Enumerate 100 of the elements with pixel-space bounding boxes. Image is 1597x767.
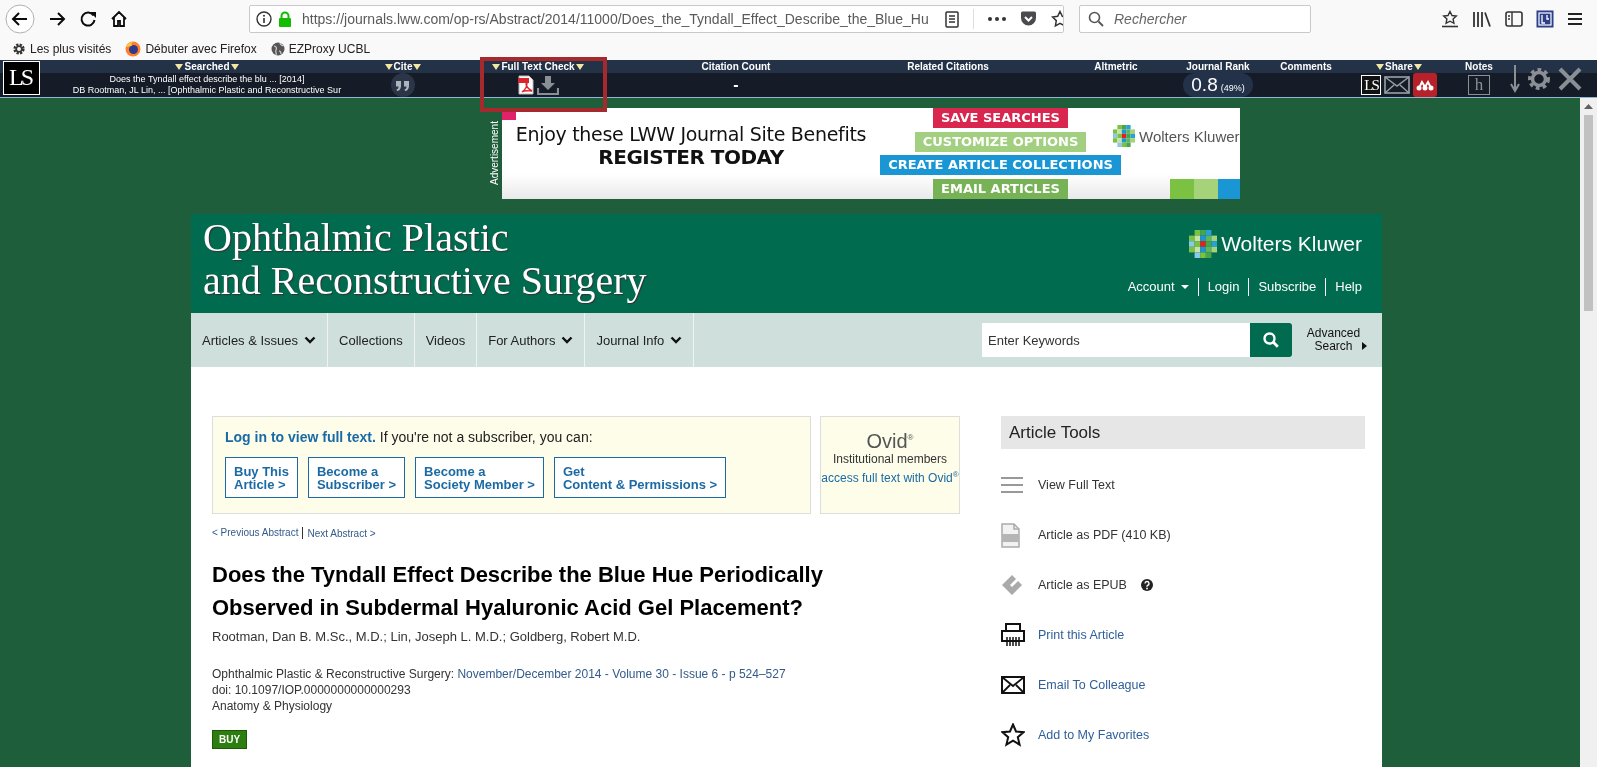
column-label: Citation Count bbox=[701, 61, 771, 72]
article-authors: Rootman, Dan B. M.Sc., M.D.; Lin, Joseph L. M.D.; Goldberg, Robert M.D. bbox=[212, 629, 642, 644]
column-label: Journal Rank bbox=[1186, 61, 1250, 72]
previous-abstract-link[interactable]: < Previous Abstract bbox=[212, 527, 304, 539]
printer-icon[interactable] bbox=[1001, 623, 1025, 647]
star-icon[interactable] bbox=[1001, 723, 1025, 747]
caret-icon[interactable] bbox=[230, 63, 239, 70]
more-icon[interactable] bbox=[987, 17, 1006, 21]
keyword-field[interactable]: Enter Keywords bbox=[982, 323, 1250, 357]
bookmark-item[interactable]: EZProxy UCBL bbox=[270, 42, 371, 56]
column-label: Searched bbox=[184, 61, 230, 72]
issue-link[interactable]: November/December 2014 - Volume 30 - Issue 6 - p 524–527 bbox=[457, 667, 786, 681]
extension-icon[interactable] bbox=[1536, 10, 1554, 28]
info-icon[interactable] bbox=[256, 11, 272, 27]
caret-icon[interactable] bbox=[175, 63, 184, 70]
reload-icon[interactable] bbox=[79, 10, 97, 28]
ad-label: Advertisement bbox=[488, 120, 501, 188]
nav-item[interactable]: Journal Info bbox=[585, 313, 695, 367]
caret-icon[interactable] bbox=[575, 63, 584, 70]
help-icon[interactable] bbox=[1140, 579, 1153, 591]
color-squares-drawing bbox=[1169, 179, 1240, 199]
publisher-logo-icon bbox=[1113, 125, 1135, 147]
lock-icon[interactable] bbox=[278, 11, 292, 27]
star-icon[interactable] bbox=[1050, 10, 1063, 28]
search-box[interactable]: Rechercher bbox=[1079, 5, 1311, 33]
notes-logo[interactable]: h bbox=[1468, 75, 1490, 95]
back-icon[interactable] bbox=[5, 4, 35, 34]
nav-item[interactable]: Articles & Issues bbox=[191, 313, 329, 367]
search-result-text[interactable]: Does the Tyndall effect describe the blu ... [2014] bbox=[72, 74, 342, 85]
quote-icon[interactable] bbox=[390, 73, 416, 97]
caret-icon[interactable] bbox=[492, 63, 501, 70]
column-label: Cite bbox=[393, 61, 413, 72]
caret-icon bbox=[1362, 342, 1368, 350]
search-field[interactable]: Rechercher bbox=[1112, 10, 1296, 28]
forward-icon[interactable] bbox=[48, 10, 66, 28]
search-result-text[interactable]: DB Rootman, JL Lin, ... [Ophthalmic Plastic and Reconstructive Sur bbox=[72, 85, 342, 96]
column-label: Notes bbox=[1465, 61, 1493, 72]
home-icon[interactable] bbox=[110, 10, 128, 28]
pocket-icon[interactable] bbox=[1019, 11, 1037, 27]
benefit-tag: EMAIL ARTICLES bbox=[933, 178, 1068, 199]
nav-item[interactable]: Collections bbox=[328, 313, 415, 367]
view-full-text-link[interactable]: Log in to view full text. bbox=[225, 429, 376, 445]
advanced-search-link[interactable]: Advanced Search bbox=[1292, 327, 1382, 353]
access-option-button[interactable]: Get Content & Permissions > bbox=[553, 457, 727, 498]
caret-icon[interactable] bbox=[1376, 63, 1385, 70]
ovid-text: Institutional members bbox=[831, 451, 948, 467]
menu-icon[interactable] bbox=[1567, 12, 1583, 26]
ls-logo[interactable]: LS bbox=[1361, 75, 1381, 95]
caret-icon[interactable] bbox=[384, 63, 393, 70]
header-link[interactable]: Account bbox=[1118, 278, 1198, 296]
publisher-name: Wolters Kluwer bbox=[1139, 127, 1240, 145]
advertisement-banner[interactable]: Enjoy these LWW Journal Site Benefits REGISTER TODAY SAVE SEARCHES CUSTOMIZE OPTIONS CREATE ARTICLE COLLECTIONS EMAIL ARTICLES Wolters Kluwer bbox=[502, 108, 1240, 199]
sidebar-icon[interactable] bbox=[1505, 11, 1523, 27]
nav-item[interactable]: For Authors bbox=[477, 313, 586, 367]
benefit-tag: SAVE SEARCHES bbox=[933, 108, 1068, 128]
tool-link[interactable]: Add to My Favorites bbox=[1038, 728, 1150, 742]
mendeley-icon[interactable] bbox=[1413, 73, 1437, 97]
reader-view-icon[interactable] bbox=[944, 10, 959, 28]
lines-icon[interactable] bbox=[1001, 476, 1023, 494]
ad-call-to-action: REGISTER TODAY bbox=[598, 144, 784, 169]
access-option-button[interactable]: Become a Society Member > bbox=[415, 457, 544, 498]
gear-icon bbox=[12, 42, 26, 56]
close-icon[interactable] bbox=[1558, 66, 1582, 91]
settings-icon[interactable] bbox=[1526, 65, 1552, 92]
header-link[interactable]: Subscribe bbox=[1248, 278, 1326, 296]
column-label: Related Citations bbox=[907, 61, 989, 72]
tool-link[interactable]: Article as PDF (410 KB) bbox=[1038, 528, 1171, 542]
search-button[interactable] bbox=[1250, 323, 1292, 357]
mail-icon[interactable] bbox=[1384, 76, 1410, 94]
access-option-button[interactable]: Become a Subscriber > bbox=[307, 457, 406, 498]
down-arrow-icon[interactable] bbox=[1510, 64, 1520, 93]
ovid-link[interactable]: access full text with Ovid$^{®}$ bbox=[821, 466, 959, 486]
citation-count: - bbox=[733, 76, 739, 94]
tool-link[interactable]: Article as EPUB bbox=[1038, 578, 1127, 592]
benefit-tag: CUSTOMIZE OPTIONS bbox=[914, 131, 1087, 152]
column-label: Full Text Check bbox=[501, 61, 575, 72]
globe-icon bbox=[270, 42, 285, 56]
tool-link[interactable]: Email To Colleague bbox=[1038, 678, 1146, 692]
library-icon[interactable] bbox=[1472, 10, 1492, 28]
bookmark-item[interactable]: Débuter avec Firefox bbox=[125, 41, 257, 57]
ls-logo[interactable]: LS bbox=[3, 61, 40, 95]
header-link[interactable]: Help bbox=[1325, 278, 1362, 296]
pdf-icon[interactable] bbox=[517, 75, 534, 95]
tool-link[interactable]: View Full Text bbox=[1038, 478, 1115, 492]
scrollbar-thumb[interactable] bbox=[1584, 115, 1593, 311]
tool-link[interactable]: Print this Article bbox=[1038, 628, 1125, 642]
bookmark-item[interactable]: Les plus visités bbox=[12, 42, 112, 56]
nav-item[interactable]: Videos bbox=[414, 313, 478, 367]
benefit-tag: CREATE ARTICLE COLLECTIONS bbox=[880, 155, 1121, 176]
download-icon[interactable] bbox=[536, 75, 559, 95]
address-bar[interactable]: https://journals.lww.com/op-rs/Abstract/2014/11000/Does_the_Tyndall_Effect_Describe_the_Blue_Hu bbox=[249, 5, 1064, 33]
buy-button[interactable]: BUY bbox=[212, 730, 248, 749]
next-abstract-link[interactable]: Next Abstract > bbox=[303, 527, 376, 539]
search-icon bbox=[1263, 332, 1279, 348]
header-link[interactable]: Login bbox=[1197, 278, 1249, 296]
ad-headline: Enjoy these LWW Journal Site Benefits bbox=[515, 122, 867, 145]
scroll-up-icon[interactable] bbox=[1584, 103, 1593, 109]
envelope-icon[interactable] bbox=[1001, 676, 1025, 694]
access-option-button[interactable]: Buy This Article > bbox=[225, 457, 298, 498]
column-label: Share bbox=[1385, 61, 1413, 72]
